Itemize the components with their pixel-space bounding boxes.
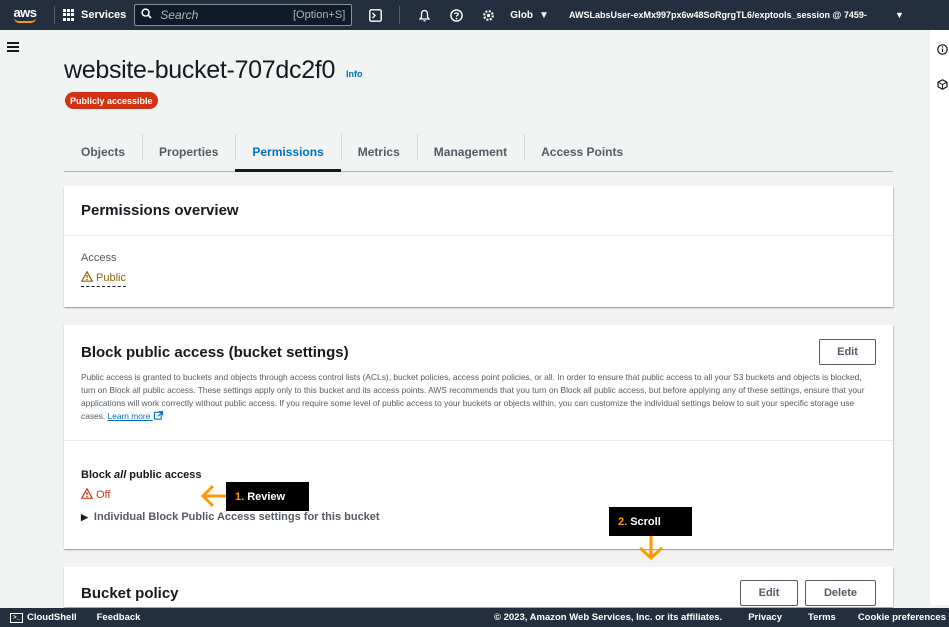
feedback-link[interactable]: Feedback xyxy=(97,612,141,623)
right-utility-rail xyxy=(929,30,949,605)
block-label-suffix: public access xyxy=(126,469,202,481)
learn-more-label: Learn more xyxy=(107,411,151,421)
tab-objects[interactable]: Objects xyxy=(64,132,142,171)
access-label: Access xyxy=(81,252,117,264)
caret-down-icon: ▼ xyxy=(539,9,549,21)
cookie-preferences-link[interactable]: Cookie preferences xyxy=(858,612,946,623)
scroll-step-number: 2. xyxy=(618,515,628,528)
block-public-access-description: Public access is granted to buckets and … xyxy=(81,371,876,423)
privacy-link[interactable]: Privacy xyxy=(748,612,782,623)
description-text: Public access is granted to buckets and … xyxy=(81,372,865,421)
settings-gear-icon[interactable] xyxy=(477,4,499,26)
scroll-down-arrow-icon xyxy=(638,536,664,561)
cloudshell-icon[interactable] xyxy=(364,4,386,26)
expander-label: Individual Block Public Access settings … xyxy=(93,511,380,523)
block-label-prefix: Block xyxy=(81,469,115,481)
review-callout: 1. Review xyxy=(226,482,309,511)
cloudshell-label: CloudShell xyxy=(27,612,77,623)
aws-logo[interactable]: aws xyxy=(12,4,38,26)
block-label-emphasis: all xyxy=(114,469,127,481)
terms-link[interactable]: Terms xyxy=(808,612,836,623)
tab-access-points[interactable]: Access Points xyxy=(524,132,640,171)
bucket-policy-title: Bucket policy xyxy=(81,585,179,602)
copyright-text: © 2023, Amazon Web Services, Inc. or its… xyxy=(493,612,723,623)
review-step-number: 1. xyxy=(235,490,245,503)
tab-management[interactable]: Management xyxy=(416,132,524,171)
services-label: Services xyxy=(81,9,127,21)
publicly-accessible-badge: Publicly accessible xyxy=(65,92,158,109)
search-icon xyxy=(141,8,152,22)
account-caret-down-icon[interactable]: ▼ xyxy=(895,10,904,20)
cloudshell-button[interactable]: >_ CloudShell xyxy=(10,612,77,623)
nav-divider xyxy=(54,6,55,24)
permissions-overview-panel: Permissions overview Access Public xyxy=(64,186,893,307)
block-status-value: Off xyxy=(96,489,111,501)
cube-icon[interactable] xyxy=(936,78,948,90)
panel-body: Access Public xyxy=(64,236,893,303)
external-link-icon xyxy=(153,411,163,420)
top-navigation: aws Services Search [Option+S] Glob ▼ AW… xyxy=(0,0,949,30)
notifications-bell-icon[interactable] xyxy=(413,4,435,26)
block-status: Off xyxy=(80,487,111,502)
account-menu[interactable]: AWSLabsUser-exMx997px6w48SoRgrgTL6/expto… xyxy=(569,10,893,20)
block-all-public-access-label: Block all public access xyxy=(81,469,201,481)
tab-metrics[interactable]: Metrics xyxy=(340,132,417,171)
caret-right-icon: ▶ xyxy=(81,511,88,522)
footer: >_ CloudShell Feedback © 2023, Amazon We… xyxy=(0,608,949,627)
warning-icon xyxy=(80,487,94,502)
services-grid-icon xyxy=(63,9,75,21)
aws-smile-icon xyxy=(14,18,36,23)
nav-divider xyxy=(399,6,401,24)
edit-bucket-policy-button[interactable]: Edit xyxy=(740,580,798,606)
block-public-access-panel: Block public access (bucket settings) Ed… xyxy=(64,325,893,549)
review-arrow-icon xyxy=(200,484,226,508)
search-input[interactable]: Search [Option+S] xyxy=(134,4,353,26)
delete-bucket-policy-button[interactable]: Delete xyxy=(805,580,876,606)
bucket-tabs: Objects Properties Permissions Metrics M… xyxy=(64,132,893,172)
tab-properties[interactable]: Properties xyxy=(142,132,235,171)
tab-permissions[interactable]: Permissions xyxy=(235,132,342,172)
learn-more-link[interactable]: Learn more xyxy=(108,411,164,421)
panel-header: Block public access (bucket settings) Ed… xyxy=(64,325,893,441)
permissions-overview-title: Permissions overview xyxy=(81,202,239,219)
search-shortcut-hint: [Option+S] xyxy=(292,9,346,21)
region-label: Glob xyxy=(510,9,534,21)
access-value: Public xyxy=(96,272,126,284)
warning-icon xyxy=(80,270,94,285)
page-title: website-bucket-707dc2f0 xyxy=(64,56,336,84)
info-link[interactable]: Info xyxy=(346,69,363,79)
info-panel-icon[interactable] xyxy=(936,43,948,55)
panel-header: Permissions overview xyxy=(64,186,893,236)
help-icon[interactable] xyxy=(445,4,467,26)
terminal-icon: >_ xyxy=(10,612,23,623)
edit-block-public-access-button[interactable]: Edit xyxy=(819,339,876,365)
individual-settings-expander[interactable]: ▶ Individual Block Public Access setting… xyxy=(81,511,380,523)
services-menu-button[interactable]: Services xyxy=(63,9,126,21)
bucket-policy-panel: Bucket policy Edit Delete xyxy=(64,567,893,607)
scroll-label: Scroll xyxy=(630,515,661,528)
menu-hamburger-icon[interactable] xyxy=(7,42,19,52)
review-label: Review xyxy=(247,490,286,503)
access-status[interactable]: Public xyxy=(80,270,126,287)
scroll-callout: 2. Scroll xyxy=(609,507,692,536)
search-placeholder: Search xyxy=(160,8,199,22)
block-public-access-title: Block public access (bucket settings) xyxy=(81,344,349,361)
region-selector[interactable]: Glob ▼ xyxy=(510,10,549,21)
